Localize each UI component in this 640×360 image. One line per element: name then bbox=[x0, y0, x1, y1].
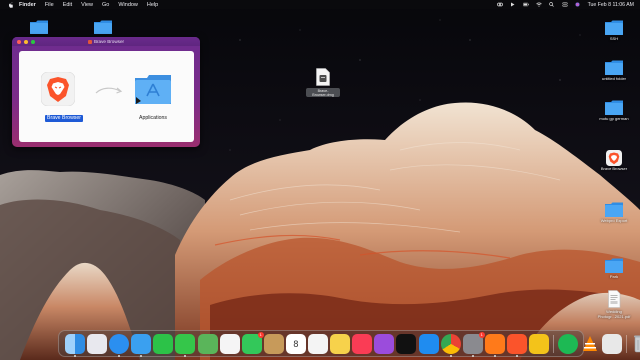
desktop-item-ssh[interactable]: SSH bbox=[594, 20, 634, 42]
dmg-file-icon[interactable] bbox=[316, 68, 330, 86]
dock-reminders-icon[interactable] bbox=[308, 333, 329, 354]
desktop-item-label: Park bbox=[609, 274, 619, 279]
dock-chrome-icon[interactable] bbox=[440, 333, 461, 357]
folder-icon bbox=[605, 258, 623, 273]
pdf-document-icon bbox=[605, 290, 623, 308]
drag-arrow-icon bbox=[94, 84, 124, 96]
menu-help[interactable]: Help bbox=[147, 2, 158, 8]
desktop-item-label: SSH bbox=[609, 36, 619, 41]
running-indicator bbox=[140, 354, 143, 357]
folder-icon bbox=[605, 60, 623, 75]
menu-go[interactable]: Go bbox=[102, 2, 109, 8]
dock-mail-icon[interactable] bbox=[131, 333, 152, 357]
menu-edit[interactable]: Edit bbox=[63, 2, 72, 8]
calendar-date-text: 8 bbox=[293, 338, 299, 349]
dock-finder-icon[interactable] bbox=[65, 333, 85, 357]
wifi-icon[interactable] bbox=[535, 2, 542, 8]
desktop-item-motu-gp-german[interactable]: motu gp german bbox=[594, 100, 634, 122]
dock-calendar-icon[interactable]: 8 bbox=[285, 333, 306, 354]
dmg-file-label[interactable]: Brave-Browser.dmg bbox=[306, 88, 340, 97]
window-titlebar[interactable]: Brave Browser bbox=[12, 37, 200, 46]
dock-app-store-icon[interactable] bbox=[418, 333, 439, 354]
desktop-item-label: Wedding Photogr...2021.pdf bbox=[597, 309, 631, 319]
spotlight-search-icon[interactable] bbox=[549, 2, 555, 8]
dock-vlc-icon[interactable] bbox=[580, 334, 600, 354]
folder-icon bbox=[605, 202, 623, 217]
running-indicator bbox=[74, 354, 76, 357]
desktop-item-webpro-export[interactable]: Webpro Export bbox=[594, 202, 634, 224]
running-indicator bbox=[515, 354, 518, 357]
dock: 1 8 1 bbox=[58, 330, 640, 357]
running-indicator bbox=[118, 354, 121, 357]
dock-tv-icon[interactable] bbox=[396, 333, 417, 354]
installer-panel: Brave Browser Applications bbox=[19, 51, 194, 142]
dock-separator bbox=[553, 334, 554, 353]
dock-launchpad-icon[interactable] bbox=[87, 333, 108, 354]
menu-view[interactable]: View bbox=[81, 2, 93, 8]
running-indicator bbox=[184, 354, 187, 357]
applications-label[interactable]: Applications bbox=[139, 115, 167, 121]
dock-music-icon[interactable] bbox=[352, 333, 373, 354]
running-indicator bbox=[493, 354, 496, 357]
menu-finder[interactable]: Finder bbox=[19, 2, 36, 8]
dock-photos-icon[interactable] bbox=[219, 333, 240, 354]
window-title: Brave Browser bbox=[93, 39, 125, 44]
notification-badge: 1 bbox=[257, 331, 264, 338]
brave-browser-app-icon[interactable] bbox=[40, 71, 76, 107]
dock-firefox-icon[interactable] bbox=[484, 333, 505, 357]
desktop-item-label: motu gp german bbox=[599, 116, 629, 121]
dock-facetime-icon[interactable] bbox=[153, 333, 174, 354]
dock-spotify-icon[interactable] bbox=[557, 333, 578, 354]
desktop-item-park[interactable]: Park bbox=[594, 258, 634, 280]
folder-icon bbox=[605, 100, 623, 115]
dock-messages-icon[interactable] bbox=[175, 333, 196, 357]
battery-icon[interactable] bbox=[522, 2, 529, 8]
desktop-item-brave-browser[interactable]: Brave Browser bbox=[594, 150, 634, 172]
dock-system-preferences-icon[interactable]: 1 bbox=[462, 331, 485, 357]
dock-separator bbox=[626, 334, 627, 353]
dock-facetime-video-icon[interactable]: 1 bbox=[241, 331, 264, 354]
menu-file[interactable]: File bbox=[45, 2, 54, 8]
desktop-item-label: Webpro Export bbox=[600, 218, 628, 223]
brave-installer-window[interactable]: Brave Browser Brave Browser Applications bbox=[12, 37, 200, 147]
dock-maps-icon[interactable] bbox=[197, 333, 218, 354]
dock-brave-icon[interactable] bbox=[506, 333, 527, 357]
dock-notes-2-icon[interactable] bbox=[601, 333, 622, 354]
creative-cloud-icon[interactable] bbox=[496, 2, 503, 8]
dock-norton-icon[interactable] bbox=[528, 333, 549, 354]
brave-app-icon bbox=[605, 150, 623, 166]
dock-notes-icon[interactable] bbox=[330, 333, 351, 354]
desktop-item-untitled-folder[interactable]: untitled folder bbox=[594, 60, 634, 82]
running-indicator bbox=[471, 354, 474, 357]
brave-browser-label[interactable]: Brave Browser bbox=[45, 115, 84, 122]
menubar-clock[interactable]: Tue Feb 8 11:06 AM bbox=[588, 2, 634, 8]
desktop-folder-icon[interactable] bbox=[30, 20, 48, 34]
dock-safari-icon[interactable] bbox=[109, 333, 130, 357]
desktop-item-label: Brave Browser bbox=[600, 166, 628, 171]
folder-icon bbox=[605, 20, 623, 35]
control-center-icon[interactable] bbox=[561, 2, 568, 8]
disk-image-icon bbox=[87, 39, 92, 44]
dock-podcasts-icon[interactable] bbox=[374, 333, 395, 354]
desktop-item-label: untitled folder bbox=[601, 76, 626, 81]
dock-contacts-icon[interactable] bbox=[263, 333, 284, 354]
apple-menu-icon[interactable] bbox=[7, 1, 13, 8]
play-icon[interactable] bbox=[510, 2, 516, 8]
running-indicator bbox=[449, 354, 452, 357]
menu-window[interactable]: Window bbox=[118, 2, 138, 8]
dock-trash-icon[interactable] bbox=[631, 334, 640, 354]
desktop-folder-icon[interactable] bbox=[94, 20, 112, 34]
siri-icon[interactable] bbox=[575, 2, 581, 8]
applications-folder-icon[interactable] bbox=[134, 73, 172, 105]
notification-badge: 1 bbox=[478, 331, 485, 338]
menu-bar: Finder File Edit View Go Window Help Tue… bbox=[0, 0, 640, 9]
desktop-item-wedding-pdf[interactable]: Wedding Photogr...2021.pdf bbox=[594, 290, 634, 319]
